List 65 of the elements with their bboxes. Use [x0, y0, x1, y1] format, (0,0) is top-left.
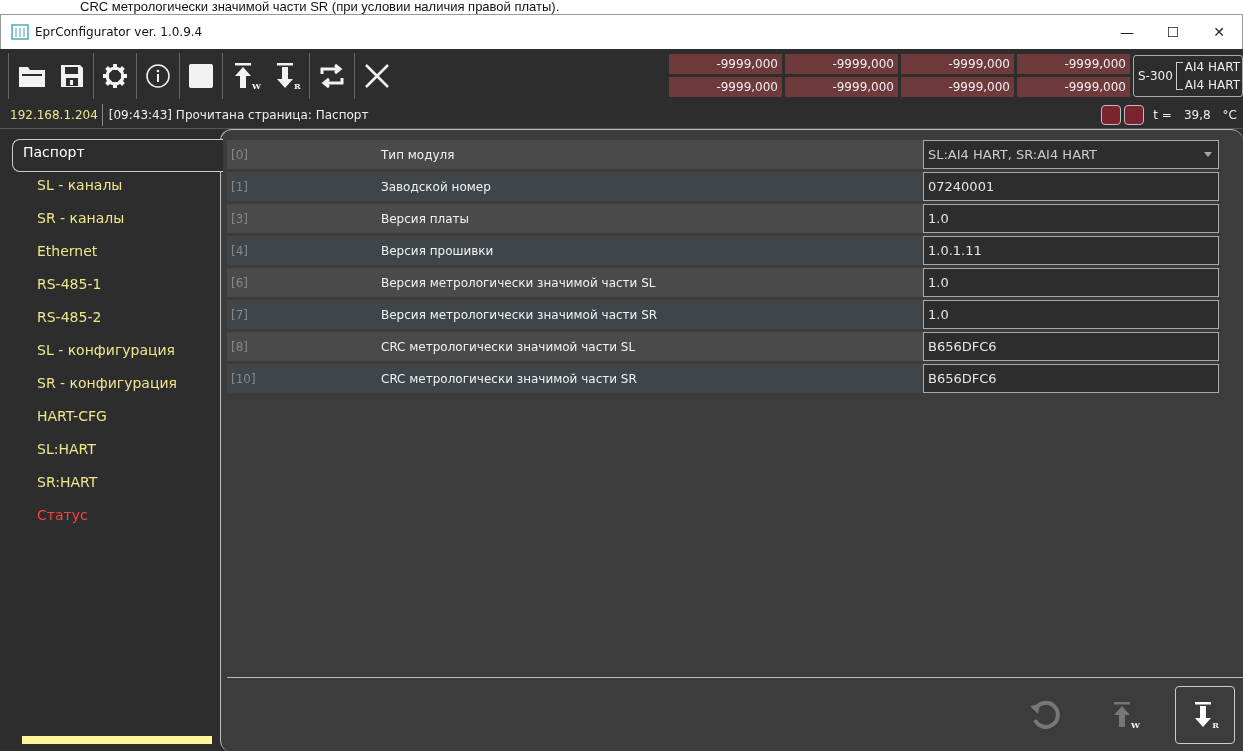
sidebar-item[interactable]: Паспорт [12, 139, 223, 172]
readout-value: -9999,000 [669, 54, 782, 74]
caption-text: CRC метрологически значимой части SR (при условии наличия правой платы). [79, 0, 561, 14]
value-field[interactable]: B656DFC6 [923, 364, 1219, 393]
readout-value: -9999,000 [785, 77, 898, 97]
stop-icon[interactable] [188, 62, 214, 89]
value-field[interactable]: 1.0 [923, 300, 1219, 329]
parameter-label: Тип модуля [381, 147, 456, 162]
row-index: [7] [230, 307, 249, 322]
app-icon [11, 24, 29, 40]
temperature-value: 39,8 [1183, 108, 1211, 122]
row-index: [4] [230, 243, 249, 258]
sidebar-item[interactable]: RS-485-1 [12, 271, 220, 304]
parameter-label: Версия платы [381, 211, 470, 226]
sidebar-item[interactable]: Статус [12, 502, 220, 535]
sidebar-item[interactable]: RS-485-2 [12, 304, 220, 337]
caret-icon [1204, 152, 1212, 157]
bracket-line [1175, 61, 1183, 90]
window-control[interactable]: ☐ [1150, 24, 1196, 40]
sidebar-item[interactable]: SR:HART [12, 469, 220, 502]
temperature-unit: °C [1222, 108, 1237, 122]
readout-value: -9999,000 [1017, 54, 1130, 74]
slot-label: AI4 HART [1184, 59, 1241, 74]
window-control[interactable]: ✕ [1196, 24, 1242, 40]
sidebar-item[interactable]: SL:HART [12, 436, 220, 469]
row-index: [3] [230, 211, 249, 226]
row-index: [1] [230, 179, 249, 194]
value-field[interactable]: 1.0 [923, 204, 1219, 233]
info-icon[interactable] [145, 62, 171, 89]
ip-address: 192.168.1.204 [0, 104, 103, 126]
value-field[interactable]: 1.0 [923, 268, 1219, 297]
sidebar-item[interactable]: Ethernet [12, 238, 220, 271]
settings-icon[interactable] [102, 62, 128, 89]
readout-value: -9999,000 [785, 54, 898, 74]
value-field[interactable]: 1.0.1.11 [923, 236, 1219, 265]
row-index: [6] [230, 275, 249, 290]
close-icon[interactable] [362, 61, 391, 90]
parameter-label: Версия прошивки [381, 243, 495, 258]
parameter-label: CRC метрологически значимой части SR [381, 371, 638, 386]
parameter-label: Версия метрологически значимой части SL [381, 275, 657, 290]
save-icon[interactable] [59, 62, 85, 89]
readout-value: -9999,000 [901, 77, 1014, 97]
row-index: [0] [230, 147, 249, 162]
readout-value: -9999,000 [669, 77, 782, 97]
row-index: [10] [230, 371, 257, 386]
window-title: EprConfigurator ver. 1.0.9.4 [35, 25, 204, 39]
sidebar-item[interactable]: HART-CFG [12, 403, 220, 436]
slot-label: AI4 HART [1184, 77, 1241, 92]
parameter-label: Версия метрологически значимой части SR [381, 307, 659, 322]
row-index: [8] [230, 339, 249, 354]
temperature-label: t = [1153, 108, 1172, 122]
device-name: S-300 [1138, 68, 1173, 83]
readout-value: -9999,000 [1017, 77, 1130, 97]
parameter-label: Заводской номер [381, 179, 492, 194]
status-message: [09:43:43] Прочитана страница: Паспорт [107, 108, 370, 122]
sidebar-item[interactable]: SL - конфигурация [12, 337, 220, 370]
value-field[interactable]: B656DFC6 [923, 332, 1219, 361]
window-control[interactable]: — [1104, 24, 1150, 40]
parameter-label: CRC метрологически значимой части SL [381, 339, 637, 354]
sidebar-item[interactable]: SL - каналы [12, 172, 220, 205]
sidebar-item[interactable]: SR - конфигурация [12, 370, 220, 403]
sidebar-item[interactable]: SR - каналы [12, 205, 220, 238]
readout-value: -9999,000 [901, 54, 1014, 74]
value-field[interactable]: 07240001 [923, 172, 1219, 201]
module-type-dropdown[interactable]: SL:AI4 HART, SR:AI4 HART [923, 140, 1219, 169]
